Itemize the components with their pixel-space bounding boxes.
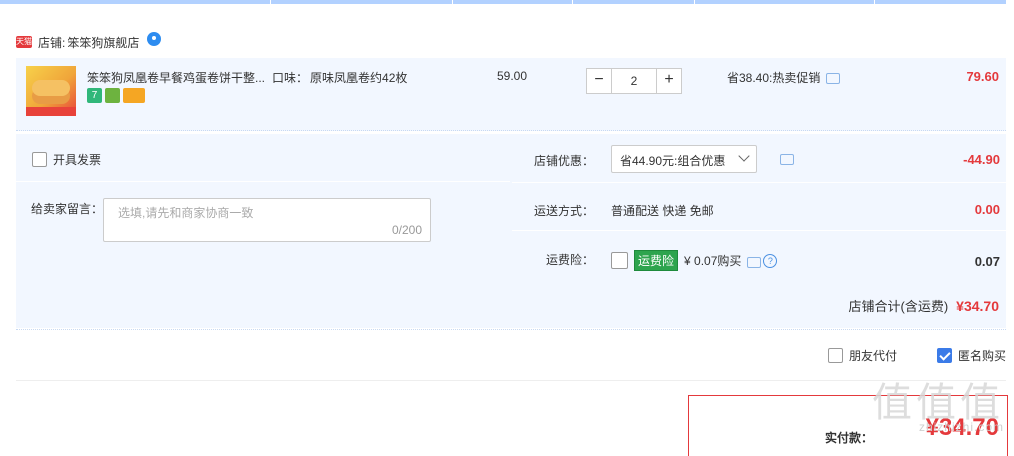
divider	[16, 329, 1006, 331]
shop-subtotal: 店铺合计(含运费) ¥34.70	[849, 296, 1000, 315]
product-badges: 7	[87, 88, 145, 103]
friend-pay-label: 朋友代付	[848, 349, 897, 363]
shop-discount-amount: -44.90	[963, 152, 1000, 167]
product-thumbnail[interactable]	[26, 66, 76, 116]
insurance-option: 运费险 ¥ 0.07购买 ?	[611, 250, 778, 271]
shop-discount-label: 店铺优惠：	[533, 154, 594, 168]
shop-header: 天猫 店铺: 笨笨狗旗舰店	[16, 32, 162, 52]
seller-note-box[interactable]: 0/200	[103, 198, 431, 242]
shipping-amount: 0.00	[974, 202, 1000, 217]
guarantee-icon[interactable]	[105, 88, 120, 103]
insurance-amount: 0.07	[974, 254, 1000, 269]
insurance-info-icon[interactable]	[747, 257, 762, 268]
product-sku: 口味： 原味凤凰卷约42枚	[272, 71, 408, 85]
unit-price: 59.00	[497, 69, 528, 83]
note-char-count: 0/200	[391, 223, 422, 237]
subtotal-label: 店铺合计(含运费)	[848, 299, 949, 314]
anonymous-option[interactable]: 匿名购买	[936, 347, 1006, 364]
invoice-checkbox[interactable]	[32, 152, 47, 167]
insurance-label: 运费险：	[545, 253, 594, 267]
anonymous-label: 匿名购买	[957, 349, 1006, 363]
divider	[16, 380, 1006, 381]
order-details-panel: 开具发票 给卖家留言： 0/200 店铺优惠： 省44.90元:组合优惠 -44…	[16, 134, 1006, 328]
buyer-options: 开具发票 给卖家留言： 0/200	[16, 134, 510, 277]
shipping-label: 运送方式：	[533, 204, 594, 218]
insurance-price: ¥ 0.07购买	[684, 254, 742, 268]
shipping-method: 普通配送 快递 免邮	[611, 204, 714, 218]
item-subtotal: 79.60	[966, 69, 999, 84]
help-icon[interactable]: ?	[763, 253, 778, 268]
increase-button[interactable]: +	[657, 69, 681, 93]
invoice-option[interactable]: 开具发票	[32, 151, 101, 168]
friend-pay-option[interactable]: 朋友代付	[827, 347, 897, 364]
decrease-button[interactable]: −	[587, 69, 611, 93]
tmall-icon: 天猫	[16, 36, 32, 48]
promo-info-icon[interactable]	[826, 73, 841, 84]
seven-day-return-icon[interactable]: 7	[87, 88, 102, 103]
quantity-stepper: − 2 +	[586, 68, 682, 94]
subtotal-value: ¥34.70	[956, 297, 999, 314]
shop-label: 店铺:	[38, 35, 66, 50]
payment-options: 朋友代付 匿名购买	[827, 347, 1006, 364]
quantity-input[interactable]: 2	[611, 69, 657, 93]
credit-card-icon[interactable]	[123, 88, 145, 103]
item-promotion: 省38.40:热卖促销	[727, 69, 841, 86]
insurance-tag: 运费险	[634, 250, 679, 271]
anonymous-checkbox[interactable]	[936, 348, 952, 363]
chevron-down-icon	[738, 150, 750, 162]
shop-discount-select[interactable]: 省44.90元:组合优惠	[611, 145, 757, 173]
watermark-url: zhizhizhi.com	[918, 420, 1004, 434]
insurance-checkbox[interactable]	[611, 252, 628, 269]
chat-contact-icon[interactable]	[147, 32, 162, 46]
seller-note-label: 给卖家留言：	[31, 202, 104, 216]
invoice-label: 开具发票	[53, 153, 102, 167]
seller-note-input[interactable]	[116, 205, 410, 221]
top-divider-bar	[0, 0, 1006, 4]
discount-info-icon[interactable]	[780, 154, 794, 165]
product-title-link[interactable]: 笨笨狗凤凰卷早餐鸡蛋卷饼干整...	[87, 69, 269, 86]
cart-item-row: 笨笨狗凤凰卷早餐鸡蛋卷饼干整... 7 口味： 原味凤凰卷约42枚 59.00 −…	[16, 58, 1006, 131]
shop-name-link[interactable]: 笨笨狗旗舰店	[67, 34, 139, 51]
payment-label: 实付款：	[824, 431, 873, 445]
friend-pay-checkbox[interactable]	[827, 348, 843, 363]
